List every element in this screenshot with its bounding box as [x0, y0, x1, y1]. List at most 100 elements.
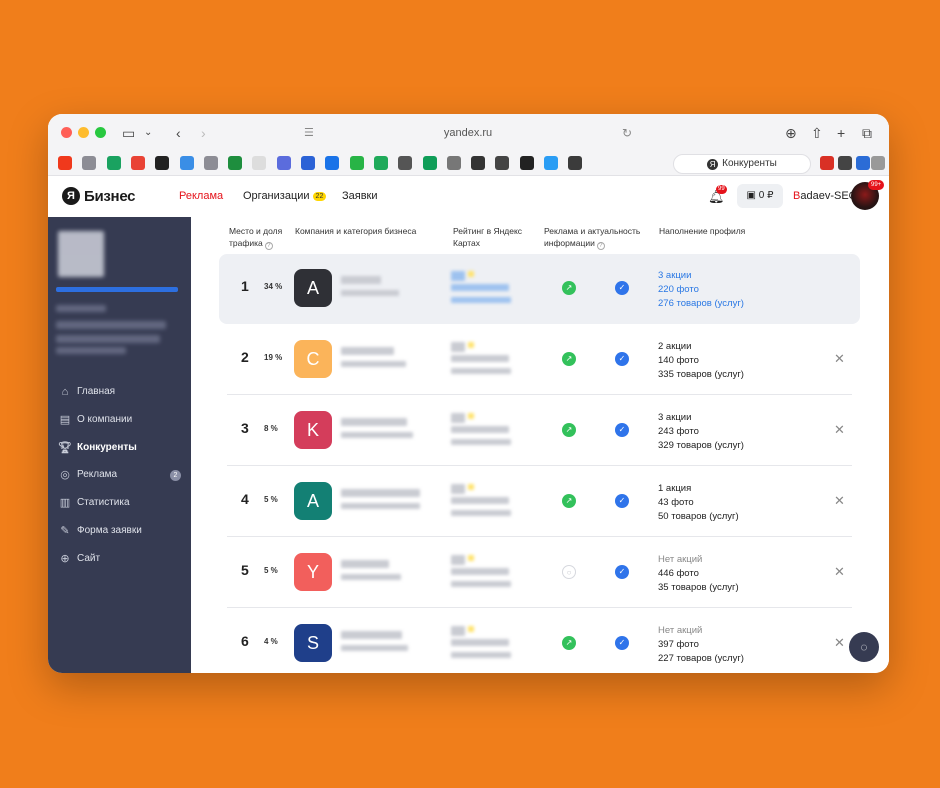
sidebar-item-label: Сайт — [77, 552, 101, 564]
bookmark-icon[interactable] — [325, 156, 340, 170]
company-name-placeholder — [341, 560, 389, 568]
globe-icon: ⊕ — [60, 552, 70, 565]
profile-goods[interactable]: 276 товаров (услуг) — [658, 297, 744, 311]
row-traffic-share: 4 % — [264, 637, 278, 646]
table-row[interactable]: 1 34 % A ↗ ✓ 3 акции 220 фото 276 товаров (услу… — [219, 254, 860, 324]
bookmark-icon[interactable] — [228, 156, 243, 170]
sidebar-item-4[interactable]: ▥ Статистика — [58, 495, 130, 511]
chevron-down-icon[interactable]: ⌄ — [144, 124, 152, 142]
ad-status-icon[interactable]: ↗ — [562, 423, 576, 437]
chat-support-icon[interactable]: ◌ — [849, 632, 879, 662]
ad-status-icon[interactable]: ↗ — [562, 281, 576, 295]
table-row[interactable]: 3 8 % K ↗ ✓ 3 акции 243 фото 329 товаров (услуг… — [219, 396, 860, 466]
sidebar-item-2[interactable]: 🏆︎ Конкуренты — [58, 440, 137, 456]
nav-ads[interactable]: Реклама — [179, 190, 223, 202]
bookmark-icon[interactable] — [398, 156, 413, 170]
sidebar-item-6[interactable]: ⊕ Сайт — [58, 551, 100, 567]
bookmark-icon[interactable] — [82, 156, 97, 170]
bookmark-icon[interactable] — [58, 156, 72, 170]
profile-promo: Нет акций — [658, 625, 703, 636]
rating-bar-placeholder — [451, 639, 509, 646]
profile-promo: 3 акции — [658, 412, 692, 423]
table-row[interactable]: 6 4 % S ↗ ✓ Нет акций 397 фото 227 товаров (усл… — [219, 609, 860, 673]
col-profile-header: Наполнение профиля — [659, 226, 746, 236]
profile-photos[interactable]: 220 фото — [658, 283, 744, 297]
row-traffic-share: 5 % — [264, 495, 278, 504]
bookmark-icon[interactable] — [838, 156, 852, 170]
address-bar[interactable]: ☰ yandex.ru ↻ — [298, 122, 638, 144]
remove-competitor-close-icon[interactable]: ✕ — [834, 422, 845, 438]
company-address-line3 — [56, 347, 126, 354]
profile-fill[interactable]: 3 акции 220 фото 276 товаров (услуг) — [658, 269, 744, 311]
nav-organizations[interactable]: Организации 22 — [243, 190, 327, 202]
ad-status-icon[interactable]: ↗ — [562, 636, 576, 650]
close-window-button[interactable] — [61, 127, 72, 138]
col-rating-header: Рейтинг в Яндекс Картах — [453, 226, 523, 248]
help-icon[interactable]: ? — [264, 242, 273, 250]
bookmark-icon[interactable] — [276, 156, 291, 170]
info-verified-icon[interactable]: ✓ — [615, 636, 629, 650]
bookmark-icon[interactable] — [373, 156, 388, 170]
bookmark-icon[interactable] — [856, 156, 870, 170]
ad-status-icon[interactable]: ↗ — [562, 494, 576, 508]
logo[interactable]: Я Бизнес — [62, 186, 136, 206]
info-verified-icon[interactable]: ✓ — [615, 494, 629, 508]
forward-icon[interactable]: › — [201, 124, 206, 142]
bookmark-icon[interactable] — [422, 156, 437, 170]
bookmark-icon[interactable] — [179, 156, 194, 170]
col-ads-header: Реклама и актуальность информации? — [544, 225, 644, 250]
tabs-overview-icon[interactable]: ⧉ — [862, 124, 872, 142]
reload-icon[interactable]: ↻ — [622, 122, 632, 144]
rating-star — [468, 413, 474, 419]
tab-competitors[interactable]: Я Конкуренты — [673, 154, 811, 174]
minimize-window-button[interactable] — [78, 127, 89, 138]
table-row[interactable]: 4 5 % A ↗ ✓ 1 акция 43 фото 50 товаров (услуг) ✕ — [219, 467, 860, 537]
download-icon[interactable]: ⊕ — [785, 124, 797, 142]
ad-status-icon[interactable]: ○ — [562, 565, 576, 579]
maximize-window-button[interactable] — [95, 127, 106, 138]
help-icon[interactable]: ? — [596, 242, 605, 250]
ad-status-icon[interactable]: ↗ — [562, 352, 576, 366]
bookmark-icon[interactable] — [106, 156, 121, 170]
remove-competitor-close-icon[interactable]: ✕ — [834, 564, 845, 580]
bookmark-icon[interactable] — [519, 156, 534, 170]
bookmark-icon[interactable] — [155, 156, 170, 170]
sidebar-item-0[interactable]: ⌂ Главная — [58, 384, 115, 400]
bookmark-icon[interactable] — [130, 156, 145, 170]
bookmark-icon[interactable] — [252, 156, 267, 170]
sidebar-item-5[interactable]: ✎ Форма заявки — [58, 523, 141, 539]
username[interactable]: Badaev-SEO — [793, 190, 857, 202]
table-row[interactable]: 5 5 % Y ○ ✓ Нет акций 446 фото 35 товаров (услу… — [219, 538, 860, 608]
bookmark-icon[interactable] — [301, 156, 315, 170]
bookmark-icon[interactable] — [820, 156, 834, 170]
bookmark-icon[interactable] — [203, 156, 218, 170]
sidebar-toggle-icon[interactable]: ▭ — [122, 124, 135, 142]
bookmark-icon[interactable] — [871, 156, 885, 170]
bookmark-icon[interactable] — [495, 156, 510, 170]
nav-requests[interactable]: Заявки — [342, 190, 378, 202]
bookmark-icon[interactable] — [568, 156, 583, 170]
bookmark-icon[interactable] — [349, 156, 364, 170]
rating-bar-placeholder — [451, 355, 509, 362]
back-icon[interactable]: ‹ — [176, 124, 181, 142]
sidebar-item-1[interactable]: ▤ О компании — [58, 412, 132, 428]
remove-competitor-close-icon[interactable]: ✕ — [834, 351, 845, 367]
info-verified-icon[interactable]: ✓ — [615, 352, 629, 366]
sidebar-item-3[interactable]: ◎ Реклама — [58, 467, 117, 483]
remove-competitor-close-icon[interactable]: ✕ — [834, 493, 845, 509]
balance-button[interactable]: ▣ 0 ₽ — [737, 184, 783, 208]
info-verified-icon[interactable]: ✓ — [615, 281, 629, 295]
page-settings-icon[interactable]: ☰ — [304, 122, 314, 144]
profile-progress-bar — [56, 287, 178, 292]
table-row[interactable]: 2 19 % C ↗ ✓ 2 акции 140 фото 335 товаров (услу… — [219, 325, 860, 395]
new-tab-icon[interactable]: + — [837, 124, 845, 142]
remove-competitor-close-icon[interactable]: ✕ — [834, 635, 845, 651]
share-icon[interactable]: ⇧ — [811, 124, 823, 142]
bookmark-icon[interactable] — [446, 156, 461, 170]
profile-promo[interactable]: 3 акции — [658, 269, 744, 283]
info-verified-icon[interactable]: ✓ — [615, 565, 629, 579]
info-verified-icon[interactable]: ✓ — [615, 423, 629, 437]
profile-photos: 140 фото — [658, 355, 699, 366]
bookmark-icon[interactable] — [471, 156, 486, 170]
bookmark-icon[interactable] — [544, 156, 558, 170]
